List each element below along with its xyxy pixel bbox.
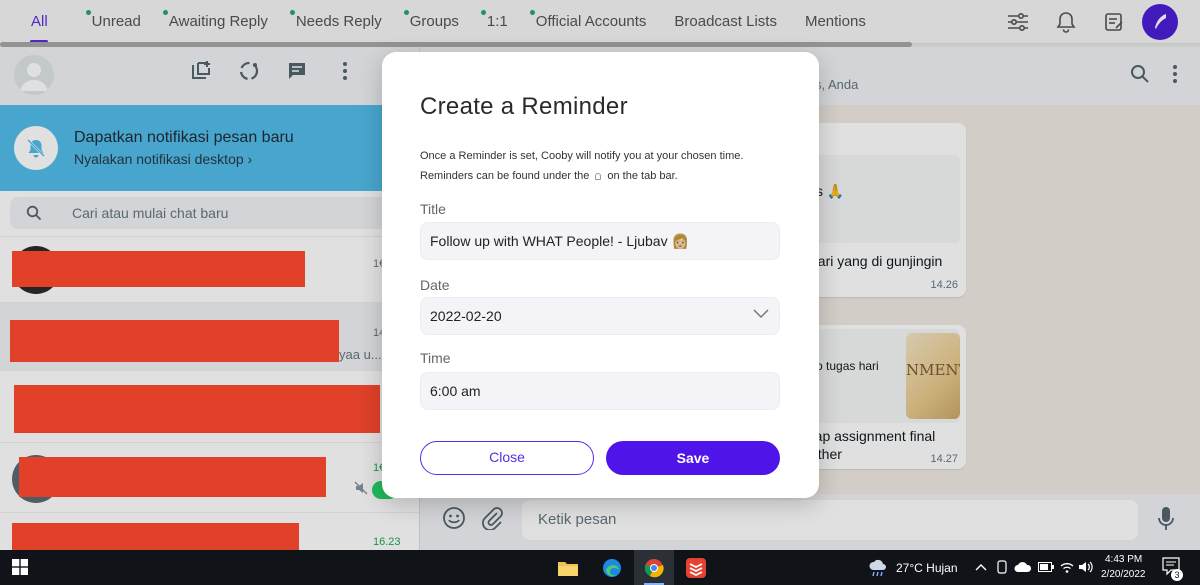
title-input[interactable]: Follow up with WHAT People! - Ljubav 👩🏼 — [420, 222, 780, 260]
todoist-icon[interactable] — [676, 550, 716, 585]
notification-count-badge: 3 — [1171, 569, 1183, 581]
date-label: Date — [420, 277, 450, 293]
title-label: Title — [420, 201, 446, 217]
clock-date[interactable]: 2/20/2022 — [1101, 569, 1146, 580]
chevron-up-icon[interactable] — [975, 563, 987, 571]
weather-rain-icon — [869, 559, 886, 577]
file-explorer-icon[interactable] — [548, 550, 588, 585]
battery-icon[interactable] — [1038, 562, 1054, 572]
time-label: Time — [420, 350, 451, 366]
description-line-2: Reminders can be found under the on the t… — [420, 166, 790, 186]
description-text: on the tab bar. — [607, 170, 678, 182]
windows-taskbar: 27°C Hujan 4:43 PM 2/20/2022 3 — [0, 550, 1200, 585]
volume-icon[interactable] — [1078, 560, 1094, 574]
close-button[interactable]: Close — [420, 441, 594, 475]
dialog-title: Create a Reminder — [420, 93, 628, 120]
onedrive-cloud-icon[interactable] — [1014, 561, 1032, 573]
time-input[interactable]: 6:00 am — [420, 372, 780, 410]
clock-time[interactable]: 4:43 PM — [1105, 554, 1142, 565]
description-text: Reminders can be found under the — [420, 170, 590, 182]
edge-browser-icon[interactable] — [592, 550, 632, 585]
date-value: 2022-02-20 — [430, 308, 502, 324]
wifi-icon[interactable] — [1060, 560, 1074, 574]
weather-text[interactable]: 27°C Hujan — [896, 561, 958, 575]
dialog-description: Once a Reminder is set, Cooby will notif… — [420, 146, 790, 186]
meet-now-icon[interactable] — [996, 560, 1008, 574]
save-button[interactable]: Save — [606, 441, 780, 475]
windows-start-icon[interactable] — [12, 559, 28, 575]
chevron-down-icon — [753, 309, 769, 319]
description-line-1: Once a Reminder is set, Cooby will notif… — [420, 150, 744, 162]
bell-icon — [595, 172, 602, 180]
chrome-browser-icon[interactable] — [634, 550, 674, 585]
create-reminder-dialog: Create a Reminder Once a Reminder is set… — [382, 52, 819, 498]
date-select[interactable]: 2022-02-20 — [420, 297, 780, 335]
